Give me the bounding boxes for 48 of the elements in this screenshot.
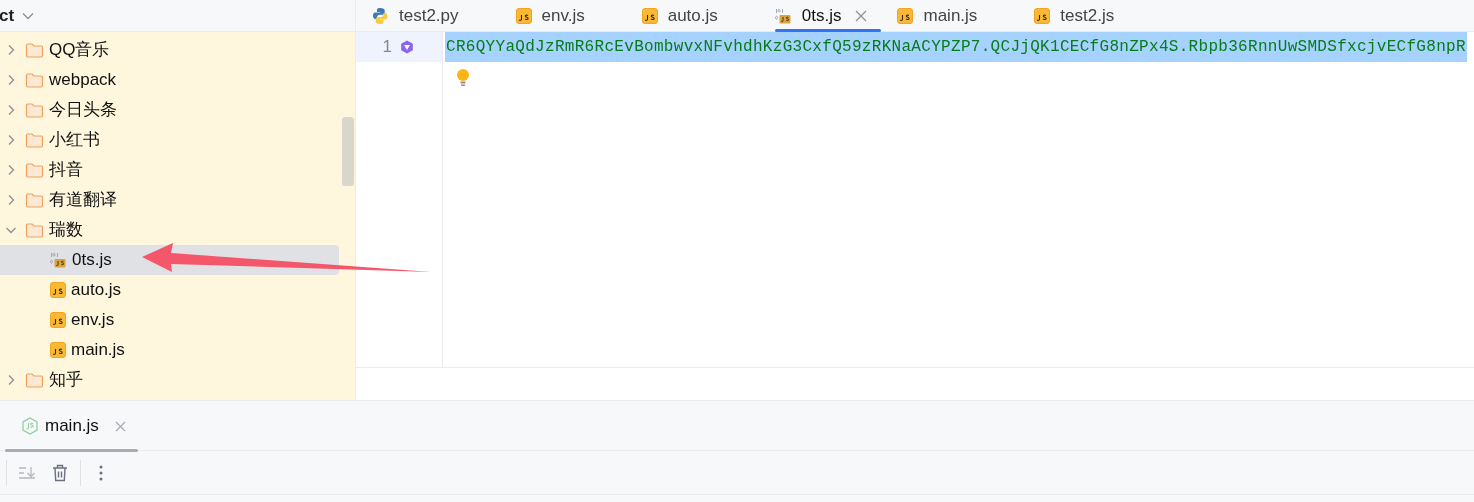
tree-item[interactable]: 有道翻译 (0, 185, 339, 215)
tree-item[interactable]: QQ音乐 (0, 35, 339, 65)
folder-icon (25, 42, 44, 58)
js-file-icon (50, 312, 66, 328)
editor-tab[interactable]: 0ts.js (758, 0, 882, 31)
editor-tab[interactable]: test2.js (1018, 0, 1156, 31)
more-vertical-icon[interactable] (99, 464, 103, 481)
scroll-to-end-icon[interactable] (18, 465, 36, 480)
folder-icon (25, 192, 44, 208)
scrollbar-thumb[interactable] (342, 117, 354, 186)
folder-icon (25, 72, 44, 88)
folder-icon (25, 162, 44, 178)
js-file-icon (1034, 7, 1051, 24)
binary-file-icon (50, 252, 67, 268)
tree-item[interactable]: 小红书 (0, 125, 339, 155)
node-js-icon (21, 417, 39, 435)
tree-item[interactable]: main.js (0, 335, 339, 365)
tree-item[interactable]: auto.js (0, 275, 339, 305)
editor-tab[interactable]: env.js (499, 0, 626, 31)
js-file-icon (897, 7, 914, 24)
js-file-icon (641, 7, 658, 24)
chevron-down-icon[interactable] (22, 11, 35, 20)
close-icon[interactable] (114, 420, 126, 432)
lightbulb-icon (456, 68, 470, 86)
gem-icon (399, 39, 415, 55)
folder-icon (25, 372, 44, 388)
python-file-icon (372, 6, 389, 25)
folder-icon (25, 102, 44, 118)
tree-item[interactable]: 抖音 (0, 155, 339, 185)
folder-icon (25, 222, 44, 238)
tree-item[interactable]: 瑞数 (0, 215, 339, 245)
js-file-icon (515, 7, 532, 24)
close-icon[interactable] (855, 9, 868, 22)
panel-tab[interactable]: main.js (5, 402, 138, 450)
project-title[interactable]: ct (0, 2, 15, 29)
tree-item[interactable]: webpack (0, 65, 339, 95)
tree-item[interactable]: 今日头条 (0, 95, 339, 125)
editor-tab[interactable]: main.js (881, 0, 1019, 31)
line-number: 1 (382, 36, 392, 59)
tree-item[interactable]: env.js (0, 305, 339, 335)
trash-icon[interactable] (52, 463, 68, 482)
binary-file-icon (774, 7, 792, 24)
js-file-icon (50, 342, 66, 358)
js-file-icon (50, 282, 66, 298)
folder-icon (25, 132, 44, 148)
tree-item[interactable]: 知乎 (0, 365, 339, 395)
editor-tab[interactable]: test2.py (356, 0, 500, 31)
editor-tab[interactable]: auto.js (625, 0, 759, 31)
